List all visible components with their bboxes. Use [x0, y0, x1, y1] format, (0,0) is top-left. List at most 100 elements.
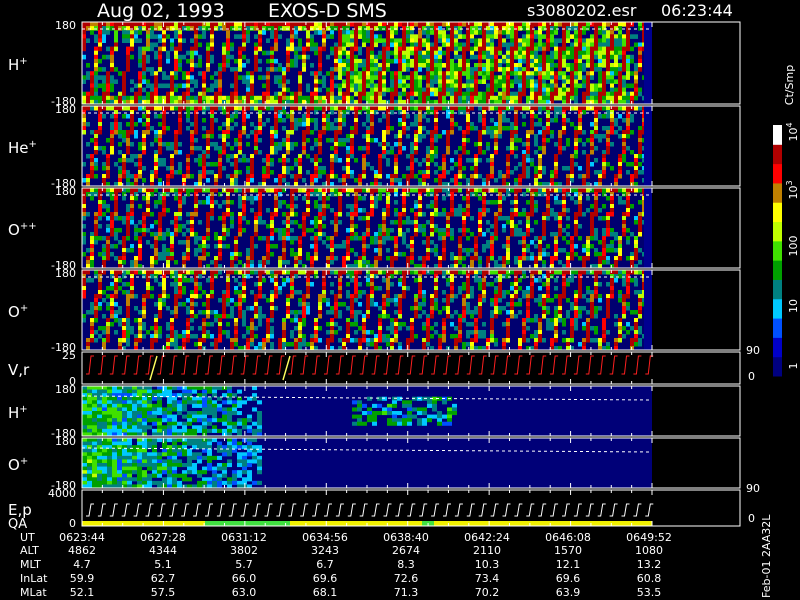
panel-2-image [82, 188, 652, 269]
ephemeris-footer: UTALTMLTInLatMLat 0623:4448624.759.952.1 0… [20, 514, 773, 599]
header-instrument: EXOS-D SMS [268, 0, 387, 22]
colorbar-segment-10 [773, 163, 782, 184]
footer-cell-1-1: 4344 [149, 544, 177, 557]
footer-cell-1-3: 62.7 [151, 572, 176, 585]
panel-4-rbot: 0 [748, 370, 755, 383]
colorbar-segment-12 [773, 125, 782, 145]
footer-cell-1-4: 57.5 [151, 586, 176, 599]
panel-0-image [82, 22, 652, 105]
footer-cell-0-2: 4.7 [73, 558, 91, 571]
footer-row-label-3: InLat [20, 572, 48, 585]
colorbar-tick-0: 1 [787, 363, 800, 370]
panel-3-ytop: 180 [55, 267, 76, 280]
footer-cell-6-4: 63.9 [556, 586, 581, 599]
footer-cell-3-3: 69.6 [313, 572, 338, 585]
colorbar-segment-3 [773, 298, 782, 319]
colorbar-segment-9 [773, 182, 782, 203]
panel-7-rtop: 90 [746, 482, 760, 495]
panel-2-label: O++ [8, 221, 37, 239]
panel-5-label: H+ [8, 404, 28, 422]
footer-cell-2-0: 0631:12 [221, 531, 267, 544]
colorbar-segment-7 [773, 221, 782, 242]
footer-cell-1-2: 5.1 [154, 558, 172, 571]
header: Aug 02, 1993 EXOS-D SMS s3080202.esr 06:… [97, 0, 733, 22]
footer-cell-0-0: 0623:44 [59, 531, 105, 544]
header-filename: s3080202.esr [527, 1, 637, 20]
panel-4-label: V,r [8, 361, 30, 379]
footer-cell-0-1: 4862 [68, 544, 96, 557]
panel-3: 180-180O+ [8, 267, 741, 354]
panel-5-image [82, 386, 652, 437]
panel-1: 180-180He+ [8, 103, 741, 190]
footer-cell-4-1: 2674 [392, 544, 420, 557]
panel-7-label2: QA [8, 517, 27, 532]
panel-7-rbot: 0 [748, 512, 755, 525]
colorbar-segment-6 [773, 240, 782, 261]
footer-cell-5-3: 73.4 [475, 572, 500, 585]
colorbar-tick-4: 104 [785, 122, 800, 141]
colorbar-tick-2: 100 [787, 236, 800, 257]
footer-cell-2-1: 3802 [230, 544, 258, 557]
panel-1-label-charge: + [29, 139, 37, 150]
header-time: 06:23:44 [661, 1, 733, 20]
footer-cell-0-4: 52.1 [70, 586, 95, 599]
panel-5-label-charge: + [19, 404, 27, 415]
footer-cell-7-1: 1080 [635, 544, 663, 557]
footer-side-note: Feb-01 2AA32L [760, 514, 773, 598]
qa-bar-good-1 [205, 521, 290, 526]
colorbar-segment-4 [773, 279, 782, 300]
panel-6-label: O+ [8, 456, 28, 474]
footer-cell-7-3: 60.8 [637, 572, 662, 585]
footer-cell-5-0: 0642:24 [464, 531, 510, 544]
footer-row-label-4: MLat [20, 586, 47, 599]
panel-4: 250V,r900 [8, 344, 760, 388]
colorbar-segment-11 [773, 144, 782, 165]
panel-5: 180-180H+ [8, 383, 741, 440]
panel-7-ybot: 0 [69, 517, 76, 530]
panel-6: 180-180O+ [8, 435, 741, 492]
footer-cell-4-2: 8.3 [397, 558, 415, 571]
panel-1-label: He+ [8, 139, 37, 157]
colorbar: Ct/Smp 1 10 100 103 104 [773, 65, 800, 377]
colorbar-segment-1 [773, 337, 782, 358]
footer-cell-6-3: 69.6 [556, 572, 581, 585]
panel-0-ytop: 180 [55, 19, 76, 32]
footer-cell-2-3: 66.0 [232, 572, 257, 585]
panel-5-ytop: 180 [55, 383, 76, 396]
footer-row-label-1: ALT [20, 544, 39, 557]
footer-cell-4-4: 71.3 [394, 586, 419, 599]
colorbar-segment-0 [773, 356, 782, 377]
colorbar-unit-label: Ct/Smp [783, 65, 796, 105]
footer-cell-4-3: 72.6 [394, 572, 419, 585]
footer-cell-6-1: 1570 [554, 544, 582, 557]
panel-0-label: H+ [8, 56, 28, 74]
colorbar-segment-5 [773, 260, 782, 280]
panel-0: 180-180H+ [8, 19, 741, 108]
colorbar-segment-2 [773, 318, 782, 338]
footer-cell-7-4: 53.5 [637, 586, 662, 599]
colorbar-segment-8 [773, 202, 782, 223]
footer-cell-7-0: 0649:52 [626, 531, 672, 544]
footer-cell-5-4: 70.2 [475, 586, 500, 599]
footer-cell-6-0: 0646:08 [545, 531, 591, 544]
panel-6-image [82, 438, 652, 489]
footer-cell-3-2: 6.7 [316, 558, 334, 571]
panel-4-ytop: 25 [62, 349, 76, 362]
panel-3-label-charge: + [20, 303, 28, 314]
panel-7: 40000E,pQA900 [8, 482, 760, 532]
footer-row-label-2: MLT [20, 558, 41, 571]
colorbar-tick-3: 103 [785, 180, 800, 199]
footer-cell-4-0: 0638:40 [383, 531, 429, 544]
panels: 180-180H+180-180He+180-180O++180-180O+25… [8, 19, 760, 532]
panel-3-label: O+ [8, 303, 28, 321]
footer-cell-1-0: 0627:28 [140, 531, 186, 544]
footer-cell-3-1: 3243 [311, 544, 339, 557]
colorbar-tick-1: 10 [787, 299, 800, 313]
panel-1-image [82, 106, 652, 187]
panel-4-rtop: 90 [746, 344, 760, 357]
panel-1-ytop: 180 [55, 103, 76, 116]
footer-cell-6-2: 12.1 [556, 558, 581, 571]
footer-cell-0-3: 59.9 [70, 572, 95, 585]
panel-6-ytop: 180 [55, 435, 76, 448]
footer-cell-2-4: 63.0 [232, 586, 257, 599]
